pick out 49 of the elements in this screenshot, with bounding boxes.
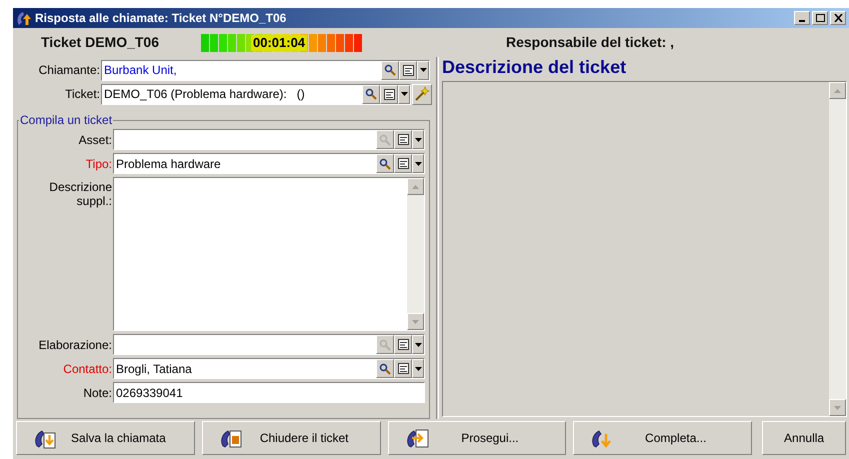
search-icon[interactable]: [365, 88, 377, 100]
maximize-icon: [816, 14, 824, 22]
form-icon[interactable]: [398, 363, 408, 374]
dropdown-arrow-icon[interactable]: [414, 366, 422, 370]
dropdown-arrow-icon[interactable]: [420, 68, 426, 72]
form-icon[interactable]: [384, 88, 394, 100]
dropdown-arrow-icon[interactable]: [414, 342, 422, 346]
action-button[interactable]: Annulla: [762, 421, 846, 455]
lookup-field[interactable]: DEMO_T06 (Problema hardware): (): [101, 84, 411, 104]
form-icon[interactable]: [402, 64, 414, 76]
action-button[interactable]: Chiudere il ticket: [202, 421, 381, 455]
field-label: Tipo:: [84, 156, 113, 170]
lookup-field[interactable]: Burbank Unit,: [101, 60, 430, 80]
dropdown-arrow-icon[interactable]: [400, 92, 408, 96]
ticket-heading: Ticket DEMO_T06: [41, 33, 160, 52]
lookup-field[interactable]: Problema hardware: [113, 153, 425, 174]
field-label: Note:: [82, 386, 113, 400]
form-icon[interactable]: [398, 134, 408, 145]
field-label: Ticket:: [64, 86, 101, 103]
maximize-button[interactable]: [812, 11, 828, 25]
form-icon[interactable]: [398, 339, 408, 350]
call-timer: 00:01:04: [251, 34, 308, 50]
close-icon: [834, 14, 842, 22]
phone-arrow-icon: [16, 10, 32, 26]
panel-title: Descrizione del ticket: [442, 56, 628, 78]
minimize-button[interactable]: [794, 11, 810, 25]
window-title: Risposta alle chiamate: Ticket N°DEMO_T06: [35, 10, 288, 27]
field-label: Chiamante:: [38, 62, 101, 79]
group-title: Compila un ticket: [19, 112, 114, 129]
lookup-field[interactable]: Brogli, Tatiana: [113, 358, 425, 379]
ticket-owner: Responsabile del ticket: ,: [506, 33, 674, 52]
lookup-field[interactable]: [113, 129, 425, 150]
lookup-field[interactable]: [113, 334, 425, 355]
field-label: Elaborazione:: [38, 338, 113, 352]
search-icon[interactable]: [384, 64, 396, 76]
close-button[interactable]: [830, 11, 846, 25]
dropdown-arrow-icon[interactable]: [414, 162, 422, 166]
wand-icon[interactable]: [414, 86, 430, 102]
field-label: Descrizione suppl.:: [48, 180, 113, 210]
action-button[interactable]: Completa...: [573, 421, 752, 455]
field-label: Contatto:: [62, 362, 113, 376]
form-icon[interactable]: [398, 158, 408, 169]
search-icon[interactable]: [379, 362, 391, 374]
action-button[interactable]: Prosegui...: [388, 421, 566, 455]
dropdown-arrow-icon[interactable]: [414, 138, 422, 142]
text-field[interactable]: 0269339041: [113, 382, 425, 403]
action-button[interactable]: Salva la chiamata: [16, 421, 195, 455]
field-label: Asset:: [78, 132, 113, 146]
search-icon[interactable]: [379, 158, 391, 170]
